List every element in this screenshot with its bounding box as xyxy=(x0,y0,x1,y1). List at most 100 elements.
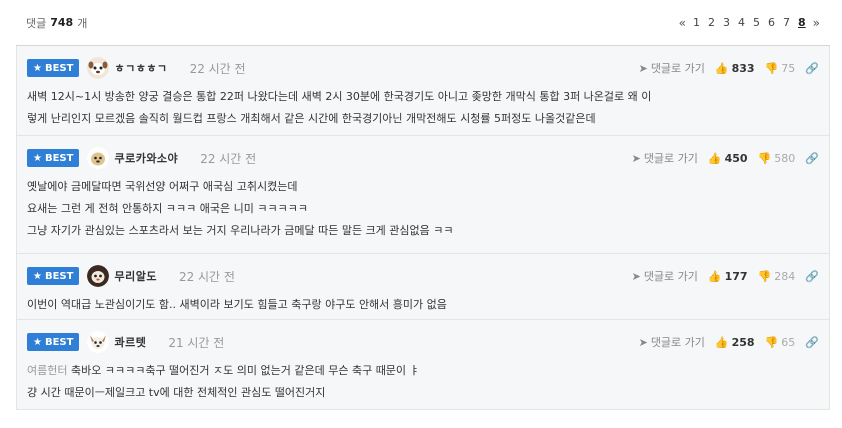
comment-actions: ➤ 댓글로 가기 👍 833 👎 75 🔗 xyxy=(639,60,819,76)
send-icon: ➤ xyxy=(638,61,648,75)
pagination: « 1 2 3 4 5 6 7 8 » xyxy=(679,16,820,30)
like-count: 258 xyxy=(731,335,755,349)
comment-line: 여름헌터 축바오 ㅋㅋㅋㅋ축구 떨어진거 ㅈ도 의미 없는거 같은데 무슨 축구… xyxy=(27,360,819,382)
best-label: BEST xyxy=(44,152,74,164)
avatar[interactable] xyxy=(87,265,110,287)
comment-line: 옛날에야 금메달따면 국위선양 어쩌구 애국심 고취시켰는데 xyxy=(27,180,298,193)
like-count: 450 xyxy=(724,151,748,165)
count-suffix: 개 xyxy=(77,16,88,30)
page-5[interactable]: 5 xyxy=(752,16,761,29)
best-badge: ★ BEST xyxy=(27,267,80,285)
page-6[interactable]: 6 xyxy=(767,16,776,29)
star-icon: ★ xyxy=(33,152,42,164)
like-button[interactable]: 👍 450 xyxy=(708,152,748,165)
reply-link[interactable]: ➤ 댓글로 가기 xyxy=(639,60,705,76)
thumbs-down-icon: 👎 xyxy=(764,61,779,75)
nickname[interactable]: 쿠로카와소야 xyxy=(114,150,178,166)
comment-item: ★ BEST ㅎㄱㅎㅎㄱ 22 시간 전 ➤ 댓글로 가기 👍 833 👎 75 🔗 새… xyxy=(17,46,829,136)
reply-to-user[interactable]: 여름헌터 xyxy=(27,364,67,377)
comment-line: 새벽 12시~1시 방송한 양궁 결승은 통합 22퍼 나왔다는데 새벽 2시 … xyxy=(27,90,652,103)
reply-label: 댓글로 가기 xyxy=(643,270,698,283)
best-badge: ★ BEST xyxy=(27,333,80,351)
like-button[interactable]: 👍 177 xyxy=(708,270,748,283)
dislike-button[interactable]: 👎 284 xyxy=(758,270,796,283)
like-button[interactable]: 👍 258 xyxy=(715,336,755,349)
comment-item: ★ BEST 무리알도 22 시간 전 ➤ 댓글로 가기 👍 177 👎 284 🔗 이… xyxy=(17,254,829,320)
reply-link[interactable]: ➤ 댓글로 가기 xyxy=(639,334,705,350)
first-page-button[interactable]: « xyxy=(679,16,686,30)
dislike-button[interactable]: 👎 75 xyxy=(765,62,796,75)
thumbs-up-icon: 👍 xyxy=(707,151,722,165)
comment-line: 이번이 역대급 노관심이기도 함.. 새벽이라 보기도 힘들고 축구랑 야구도 … xyxy=(27,298,447,311)
comment-body: 새벽 12시~1시 방송한 양궁 결승은 통합 22퍼 나왔다는데 새벽 2시 … xyxy=(27,86,819,130)
page-8-current[interactable]: 8 xyxy=(797,16,807,29)
comment-line: 걍 시간 때문이ㅡ제일크고 tv에 대한 전체적인 관심도 떨어진거지 xyxy=(27,386,326,399)
next-page-button[interactable]: » xyxy=(813,16,820,30)
count-value: 748 xyxy=(50,16,74,29)
reply-label: 댓글로 가기 xyxy=(643,152,698,165)
link-icon: 🔗 xyxy=(805,151,819,165)
best-badge: ★ BEST xyxy=(27,149,80,167)
link-icon: 🔗 xyxy=(805,269,819,283)
comment-count: 댓글 748 개 xyxy=(26,15,87,31)
link-button[interactable]: 🔗 xyxy=(805,152,819,165)
dislike-count: 65 xyxy=(781,335,796,349)
link-button[interactable]: 🔗 xyxy=(805,62,819,75)
send-icon: ➤ xyxy=(638,335,648,349)
comment-section: 댓글 748 개 « 1 2 3 4 5 6 7 8 » ★ BEST ㅎㄱㅎㅎㄱ xyxy=(16,0,830,428)
thumbs-down-icon: 👎 xyxy=(757,269,772,283)
comment-body: 여름헌터 축바오 ㅋㅋㅋㅋ축구 떨어진거 ㅈ도 의미 없는거 같은데 무슨 축구… xyxy=(27,360,819,404)
link-icon: 🔗 xyxy=(805,61,819,75)
avatar[interactable] xyxy=(87,147,110,169)
thumbs-up-icon: 👍 xyxy=(714,61,729,75)
send-icon: ➤ xyxy=(631,269,641,283)
nickname[interactable]: ㅎㄱㅎㅎㄱ xyxy=(114,60,167,76)
thumbs-down-icon: 👎 xyxy=(757,151,772,165)
page-2[interactable]: 2 xyxy=(707,16,716,29)
comment-body: 이번이 역대급 노관심이기도 함.. 새벽이라 보기도 힘들고 축구랑 야구도 … xyxy=(27,294,819,316)
star-icon: ★ xyxy=(33,270,42,282)
dislike-count: 284 xyxy=(774,269,796,283)
count-prefix: 댓글 xyxy=(26,16,47,30)
link-button[interactable]: 🔗 xyxy=(805,336,819,349)
comment-line: 요새는 그런 게 전혀 안통하지 ㅋㅋㅋ 애국은 니미 ㅋㅋㅋㅋㅋ xyxy=(27,202,308,215)
page-4[interactable]: 4 xyxy=(737,16,746,29)
reply-label: 댓글로 가기 xyxy=(650,336,705,349)
dislike-button[interactable]: 👎 65 xyxy=(765,336,796,349)
timestamp: 22 시간 전 xyxy=(200,151,257,166)
comment-item: ★ BEST 콰르텟 21 시간 전 ➤ 댓글로 가기 👍 258 👎 65 🔗 여름헌… xyxy=(17,320,829,410)
link-icon: 🔗 xyxy=(805,335,819,349)
nickname[interactable]: 무리알도 xyxy=(114,268,156,284)
best-label: BEST xyxy=(44,270,74,282)
best-label: BEST xyxy=(44,62,74,74)
timestamp: 22 시간 전 xyxy=(189,61,246,76)
reply-link[interactable]: ➤ 댓글로 가기 xyxy=(632,268,698,284)
comment-actions: ➤ 댓글로 가기 👍 177 👎 284 🔗 xyxy=(632,268,819,284)
best-badge: ★ BEST xyxy=(27,59,80,77)
like-count: 833 xyxy=(731,61,755,75)
best-label: BEST xyxy=(44,336,74,348)
thumbs-up-icon: 👍 xyxy=(714,335,729,349)
timestamp: 22 시간 전 xyxy=(178,269,235,284)
comment-line: 그냥 자기가 관심있는 스포츠라서 보는 거지 우리나라가 금메달 따든 말든 … xyxy=(27,224,454,237)
comment-actions: ➤ 댓글로 가기 👍 258 👎 65 🔗 xyxy=(639,334,819,350)
best-comment-list: ★ BEST ㅎㄱㅎㅎㄱ 22 시간 전 ➤ 댓글로 가기 👍 833 👎 75 🔗 새… xyxy=(16,46,830,410)
comment-item: ★ BEST 쿠로카와소야 22 시간 전 ➤ 댓글로 가기 👍 450 👎 580 🔗… xyxy=(17,136,829,254)
link-button[interactable]: 🔗 xyxy=(805,270,819,283)
thumbs-up-icon: 👍 xyxy=(707,269,722,283)
like-button[interactable]: 👍 833 xyxy=(715,62,755,75)
nickname[interactable]: 콰르텟 xyxy=(114,334,146,350)
dislike-count: 580 xyxy=(774,151,796,165)
page-3[interactable]: 3 xyxy=(722,16,731,29)
avatar[interactable] xyxy=(87,57,110,79)
dislike-button[interactable]: 👎 580 xyxy=(758,152,796,165)
thumbs-down-icon: 👎 xyxy=(764,335,779,349)
reply-label: 댓글로 가기 xyxy=(650,62,705,75)
reply-link[interactable]: ➤ 댓글로 가기 xyxy=(632,150,698,166)
page-1[interactable]: 1 xyxy=(692,16,701,29)
comment-body: 옛날에야 금메달따면 국위선양 어쩌구 애국심 고취시켰는데 요새는 그런 게 … xyxy=(27,176,819,242)
avatar[interactable] xyxy=(87,331,110,353)
page-7[interactable]: 7 xyxy=(782,16,791,29)
comment-line: 렇게 난리인지 모르겠음 솔직히 월드컵 프랑스 개최해서 같은 시간에 한국경… xyxy=(27,112,596,125)
comment-text: 축바오 ㅋㅋㅋㅋ축구 떨어진거 ㅈ도 의미 없는거 같은데 무슨 축구 때문이 … xyxy=(70,364,420,377)
